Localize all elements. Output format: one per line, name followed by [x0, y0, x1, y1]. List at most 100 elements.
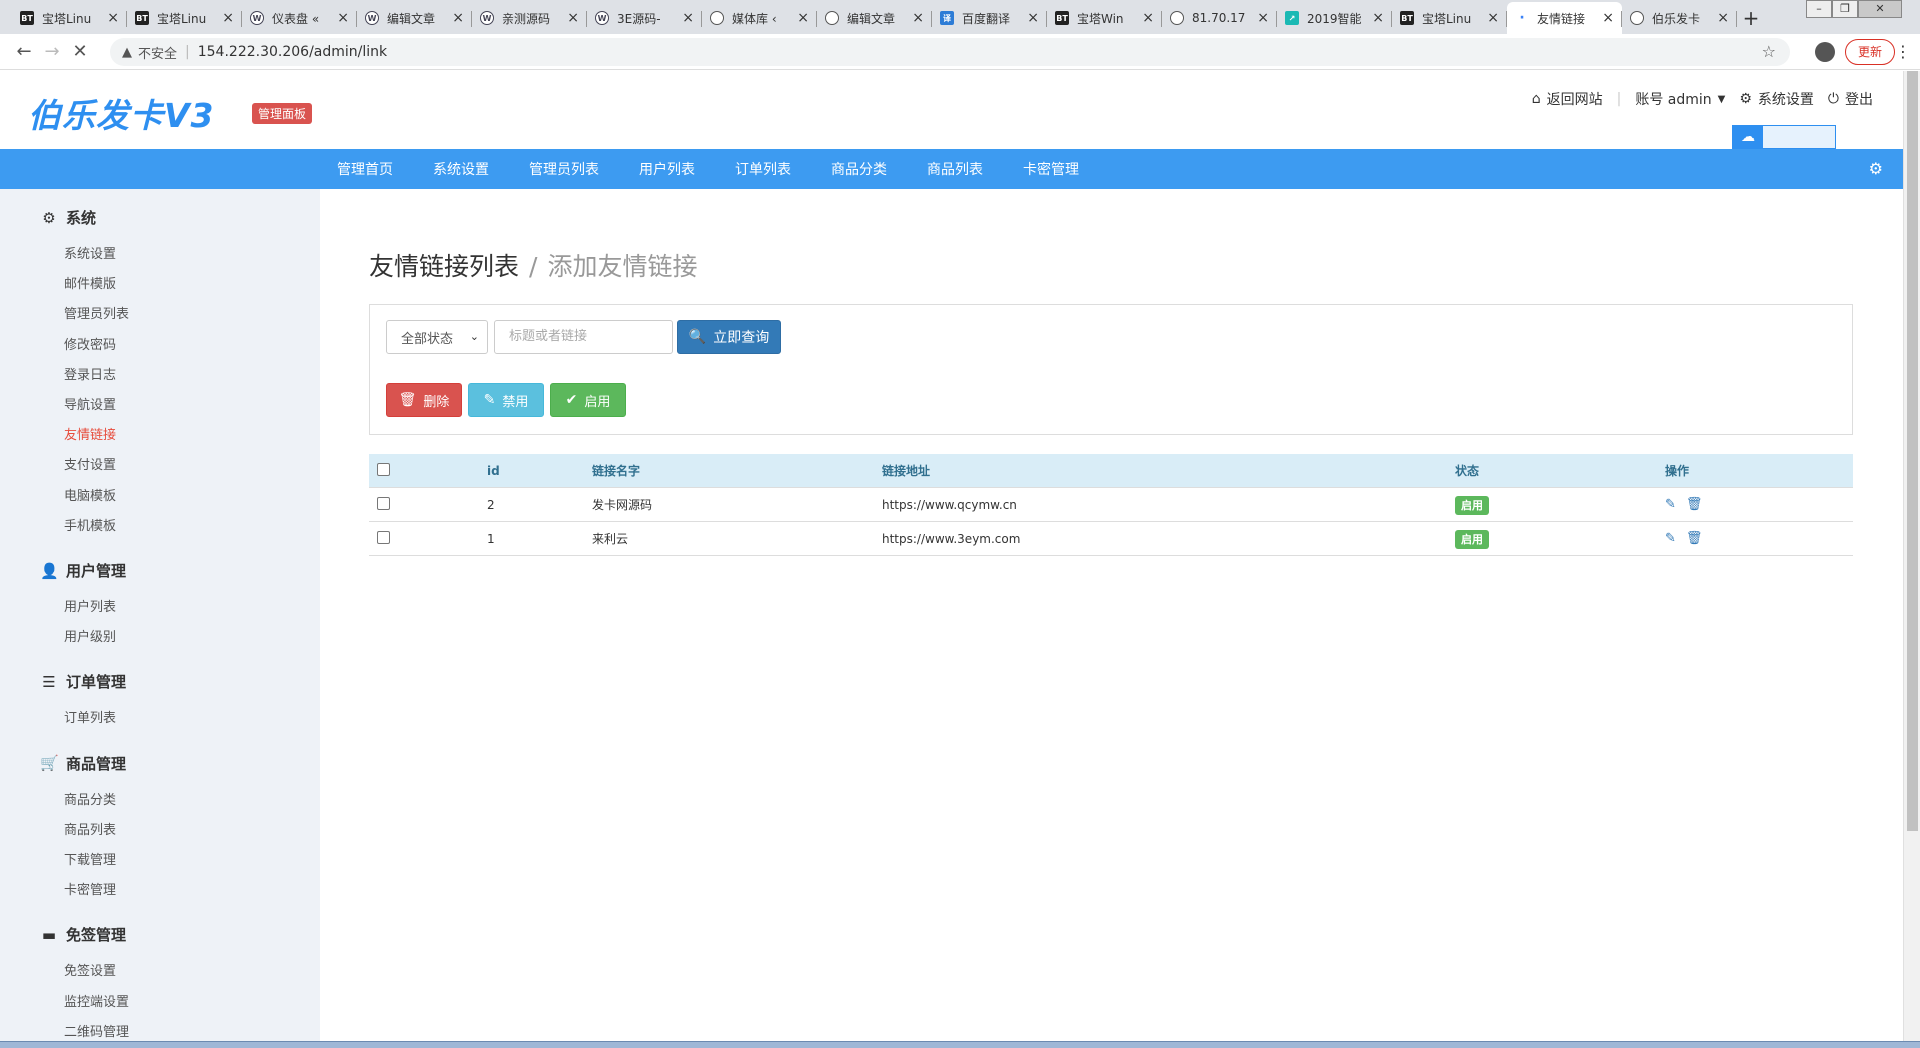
logout-link[interactable]: ⏻ 登出 [1828, 89, 1873, 109]
status-select[interactable]: 全部状态 ⌄ [386, 320, 488, 354]
sidebar-item[interactable]: 手机模板 [64, 515, 116, 534]
tab-favicon-icon: · [1519, 10, 1525, 26]
profile-avatar[interactable] [1815, 42, 1835, 62]
sidebar-item[interactable]: 系统设置 [64, 243, 116, 262]
site-logo[interactable]: 伯乐发卡V3 [28, 89, 215, 137]
topnav-item[interactable]: 管理首页 [337, 159, 393, 179]
trash-icon[interactable]: 🗑 [1686, 531, 1703, 546]
close-tab-icon[interactable]: × [1027, 10, 1039, 26]
browser-tab[interactable]: 编辑文章 × [817, 2, 932, 34]
topnav-item[interactable]: 订单列表 [735, 159, 791, 179]
address-bar[interactable]: ▲ 不安全 | 154.222.30.206/admin/link ☆ [110, 38, 1790, 66]
update-button[interactable]: 更新 [1845, 39, 1896, 65]
top-navigation: 管理首页 系统设置 管理员列表 用户列表 订单列表 商品分类 商品列表 卡密管理 ⚙ [0, 149, 1903, 189]
sidebar-item[interactable]: 用户级别 [64, 626, 116, 645]
back-icon[interactable]: ← [10, 41, 38, 62]
close-tab-icon[interactable]: × [682, 10, 694, 26]
scrollbar-thumb[interactable] [1907, 71, 1918, 831]
minimize-button[interactable]: – [1806, 0, 1832, 18]
browser-tab[interactable]: 译百度翻译 × [932, 2, 1047, 34]
topnav-item[interactable]: 卡密管理 [1023, 159, 1079, 179]
sidebar-item[interactable]: 支付设置 [64, 454, 116, 473]
browser-tab[interactable]: W 仪表盘 « × [242, 2, 357, 34]
search-button[interactable]: 🔍 立即查询 [677, 320, 781, 354]
disable-button[interactable]: ✎ 禁用 [468, 383, 544, 417]
topnav-item[interactable]: 管理员列表 [529, 159, 599, 179]
sidebar-item[interactable]: 导航设置 [64, 394, 116, 413]
close-tab-icon[interactable]: × [1372, 10, 1384, 26]
close-tab-icon[interactable]: × [567, 10, 579, 26]
browser-tab[interactable]: 媒体库 ‹ × [702, 2, 817, 34]
close-tab-icon[interactable]: × [1257, 10, 1269, 26]
system-settings-link[interactable]: ⚙ 系统设置 [1739, 89, 1814, 109]
page-scrollbar[interactable] [1903, 71, 1920, 1041]
topnav-item[interactable]: 用户列表 [639, 159, 695, 179]
browser-tab[interactable]: · 友情链接 × [1507, 2, 1622, 34]
close-tab-icon[interactable]: × [1602, 10, 1614, 26]
sidebar-item[interactable]: 卡密管理 [64, 879, 116, 898]
status-badge[interactable]: 启用 [1455, 495, 1489, 515]
trash-icon[interactable]: 🗑 [1686, 497, 1703, 512]
sidebar-item[interactable]: 二维码管理 [64, 1021, 129, 1040]
browser-tab[interactable]: W 编辑文章 × [357, 2, 472, 34]
browser-tab[interactable]: 81.70.17 × [1162, 2, 1277, 34]
sidebar-item[interactable]: 下载管理 [64, 849, 116, 868]
enable-button[interactable]: ✔ 启用 [550, 383, 626, 417]
sidebar-item[interactable]: 监控端设置 [64, 991, 129, 1010]
sidebar-item[interactable]: 邮件模版 [64, 273, 116, 292]
cloud-widget[interactable]: ☁ [1732, 125, 1836, 149]
close-tab-icon[interactable]: × [1717, 10, 1729, 26]
sidebar-item[interactable]: 商品分类 [64, 789, 116, 808]
delete-button[interactable]: 🗑 删除 [386, 383, 462, 417]
close-tab-icon[interactable]: × [797, 10, 809, 26]
browser-tab[interactable]: W 亲测源码 × [472, 2, 587, 34]
nav-settings-icon[interactable]: ⚙ [1869, 159, 1883, 178]
close-window-button[interactable]: ✕ [1858, 0, 1902, 18]
close-tab-icon[interactable]: × [452, 10, 464, 26]
edit-icon[interactable]: ✎ [1665, 531, 1676, 546]
sidebar-item[interactable]: 订单列表 [64, 707, 116, 726]
sidebar-item[interactable]: 管理员列表 [64, 303, 129, 322]
edit-icon[interactable]: ✎ [1665, 497, 1676, 512]
browser-tab[interactable]: BT 宝塔Win × [1047, 2, 1162, 34]
topnav-item[interactable]: 商品列表 [927, 159, 983, 179]
close-tab-icon[interactable]: × [107, 10, 119, 26]
account-dropdown[interactable]: 账号 admin ▼ [1635, 89, 1725, 109]
bookmark-star-icon[interactable]: ☆ [1762, 42, 1776, 61]
add-link-tab[interactable]: 添加友情链接 [547, 252, 697, 281]
browser-tab[interactable]: BT 宝塔Linu × [127, 2, 242, 34]
sidebar-item[interactable]: 登录日志 [64, 364, 116, 383]
close-tab-icon[interactable]: × [1487, 10, 1499, 26]
browser-menu-icon[interactable]: ⋮ [1895, 42, 1911, 61]
row-checkbox[interactable] [377, 496, 390, 510]
status-badge[interactable]: 启用 [1455, 529, 1489, 549]
browser-tab[interactable]: ↗ 2019智能 × [1277, 2, 1392, 34]
reload-icon[interactable]: ✕ [66, 41, 94, 62]
sidebar-item[interactable]: 友情链接 [64, 424, 116, 443]
sidebar-item[interactable]: 修改密码 [64, 334, 116, 353]
browser-tab[interactable]: 伯乐发卡 × [1622, 2, 1737, 34]
browser-tab[interactable]: BT 宝塔Linu × [12, 2, 127, 34]
sidebar-item[interactable]: 商品列表 [64, 819, 116, 838]
tab-favicon-icon: BT [1400, 11, 1414, 25]
close-tab-icon[interactable]: × [912, 10, 924, 26]
close-tab-icon[interactable]: × [222, 10, 234, 26]
sidebar-item[interactable]: 电脑模板 [64, 485, 116, 504]
url-text[interactable]: 154.222.30.206/admin/link [198, 44, 387, 60]
close-tab-icon[interactable]: × [1142, 10, 1154, 26]
row-checkbox[interactable] [377, 530, 390, 544]
keyword-input[interactable]: 标题或者链接 [494, 320, 673, 354]
new-tab-button[interactable]: + [1737, 2, 1765, 34]
back-to-site-link[interactable]: ⌂ 返回网站 [1532, 89, 1603, 109]
topnav-item[interactable]: 商品分类 [831, 159, 887, 179]
sidebar-item[interactable]: 免签设置 [64, 960, 116, 979]
browser-tab[interactable]: W 3E源码- × [587, 2, 702, 34]
forward-icon[interactable]: → [38, 41, 66, 62]
select-all-checkbox[interactable] [377, 462, 390, 476]
topnav-item[interactable]: 系统设置 [433, 159, 489, 179]
tab-title: 仪表盘 « [272, 11, 320, 26]
browser-tab[interactable]: BT 宝塔Linu × [1392, 2, 1507, 34]
close-tab-icon[interactable]: × [337, 10, 349, 26]
sidebar-item[interactable]: 用户列表 [64, 596, 116, 615]
maximize-button[interactable]: ❐ [1832, 0, 1858, 18]
